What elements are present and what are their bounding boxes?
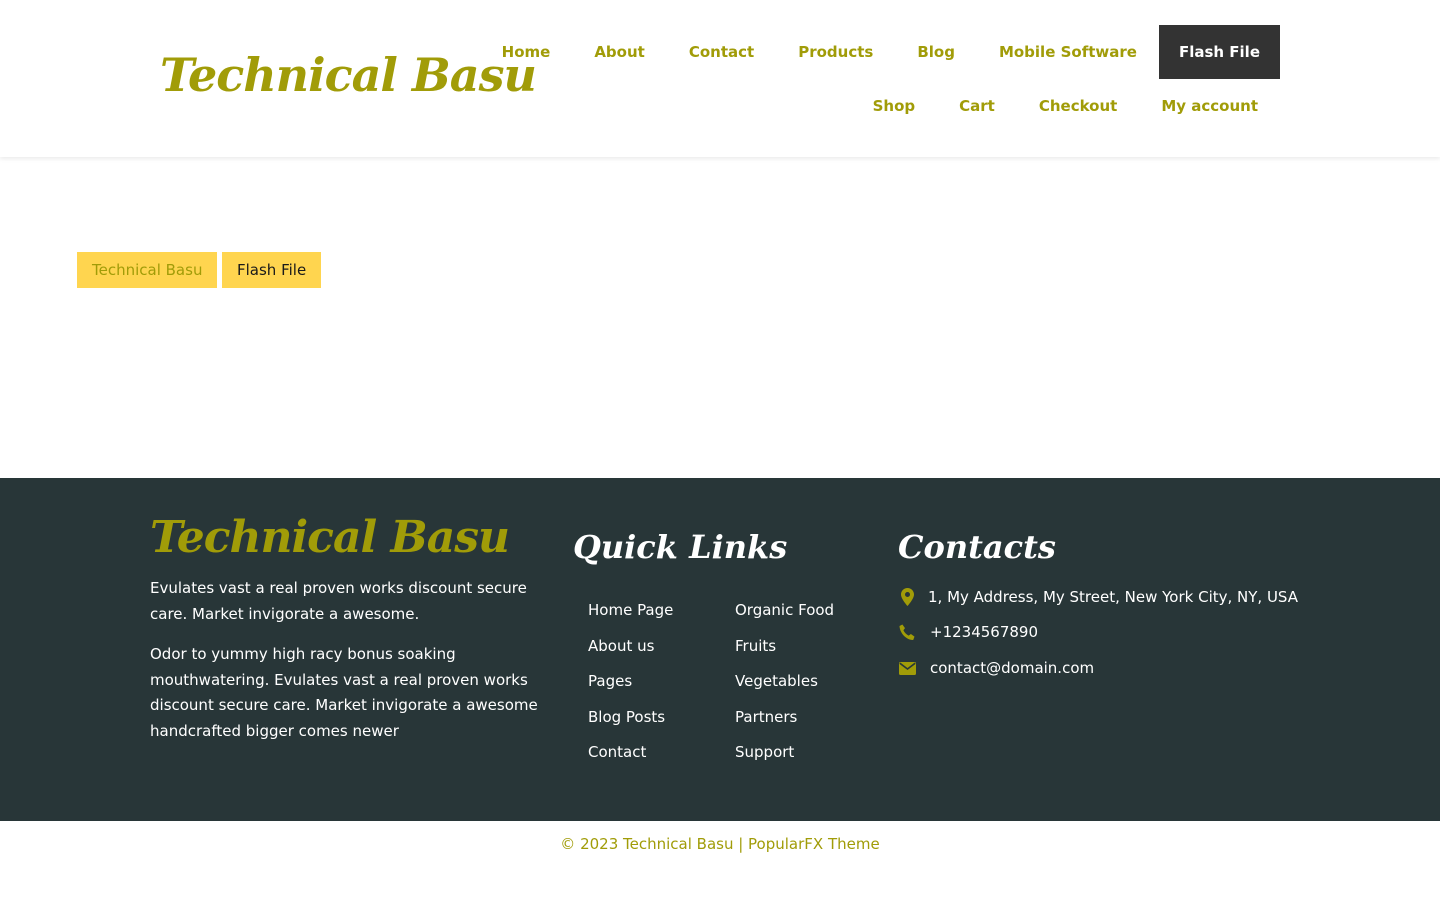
address-text: 1, My Address, My Street, New York City,… [928,588,1298,606]
nav-mobile-software[interactable]: Mobile Software [977,25,1159,79]
contact-address: 1, My Address, My Street, New York City,… [898,588,1298,606]
nav-contact[interactable]: Contact [667,25,776,79]
main-nav-row-1: Home About Contact Products Blog Mobile … [480,25,1280,79]
footer-link-organic-food[interactable]: Organic Food [735,598,834,634]
footer-link-about-us[interactable]: About us [588,634,673,670]
nav-blog[interactable]: Blog [895,25,977,79]
footer-description-1: Evulates vast a real proven works discou… [150,579,527,623]
footer-link-pages[interactable]: Pages [588,669,673,705]
footer-link-vegetables[interactable]: Vegetables [735,669,834,705]
quick-links-heading: Quick Links [573,528,788,566]
contact-phone: +1234567890 [898,623,1038,641]
main-nav-row-2: Shop Cart Checkout My account [851,79,1280,133]
nav-shop[interactable]: Shop [851,79,938,133]
nav-home[interactable]: Home [480,25,573,79]
footer-logo[interactable]: Technical Basu [150,512,510,563]
breadcrumb-home-link[interactable]: Technical Basu [77,252,218,288]
nav-checkout[interactable]: Checkout [1017,79,1139,133]
nav-products[interactable]: Products [776,25,895,79]
contacts-heading: Contacts [898,528,1056,566]
nav-my-account[interactable]: My account [1139,79,1280,133]
breadcrumb-current: Flash File [222,252,322,288]
map-marker-icon [898,588,916,606]
nav-cart[interactable]: Cart [937,79,1017,133]
contact-email: contact@domain.com [898,659,1094,677]
footer-link-support[interactable]: Support [735,740,834,776]
footer-link-blog-posts[interactable]: Blog Posts [588,705,673,741]
site-header: Technical Basu Home About Contact Produc… [0,0,1440,157]
copyright-text[interactable]: © 2023 Technical Basu | PopularFX Theme [0,821,1440,867]
phone-text[interactable]: +1234567890 [930,623,1038,641]
footer-link-contact[interactable]: Contact [588,740,673,776]
nav-flash-file[interactable]: Flash File [1158,25,1280,79]
envelope-icon [898,659,916,677]
email-text[interactable]: contact@domain.com [930,659,1094,677]
footer-description-2: Odor to yummy high racy bonus soaking mo… [150,645,538,740]
footer-link-partners[interactable]: Partners [735,705,834,741]
nav-about[interactable]: About [572,25,667,79]
site-footer: Technical Basu Evulates vast a real prov… [0,478,1440,821]
quick-links-column-2: Organic Food Fruits Vegetables Partners … [735,598,834,776]
footer-link-fruits[interactable]: Fruits [735,634,834,670]
phone-icon [898,623,916,641]
quick-links-column-1: Home Page About us Pages Blog Posts Cont… [588,598,673,776]
footer-link-home-page[interactable]: Home Page [588,598,673,634]
